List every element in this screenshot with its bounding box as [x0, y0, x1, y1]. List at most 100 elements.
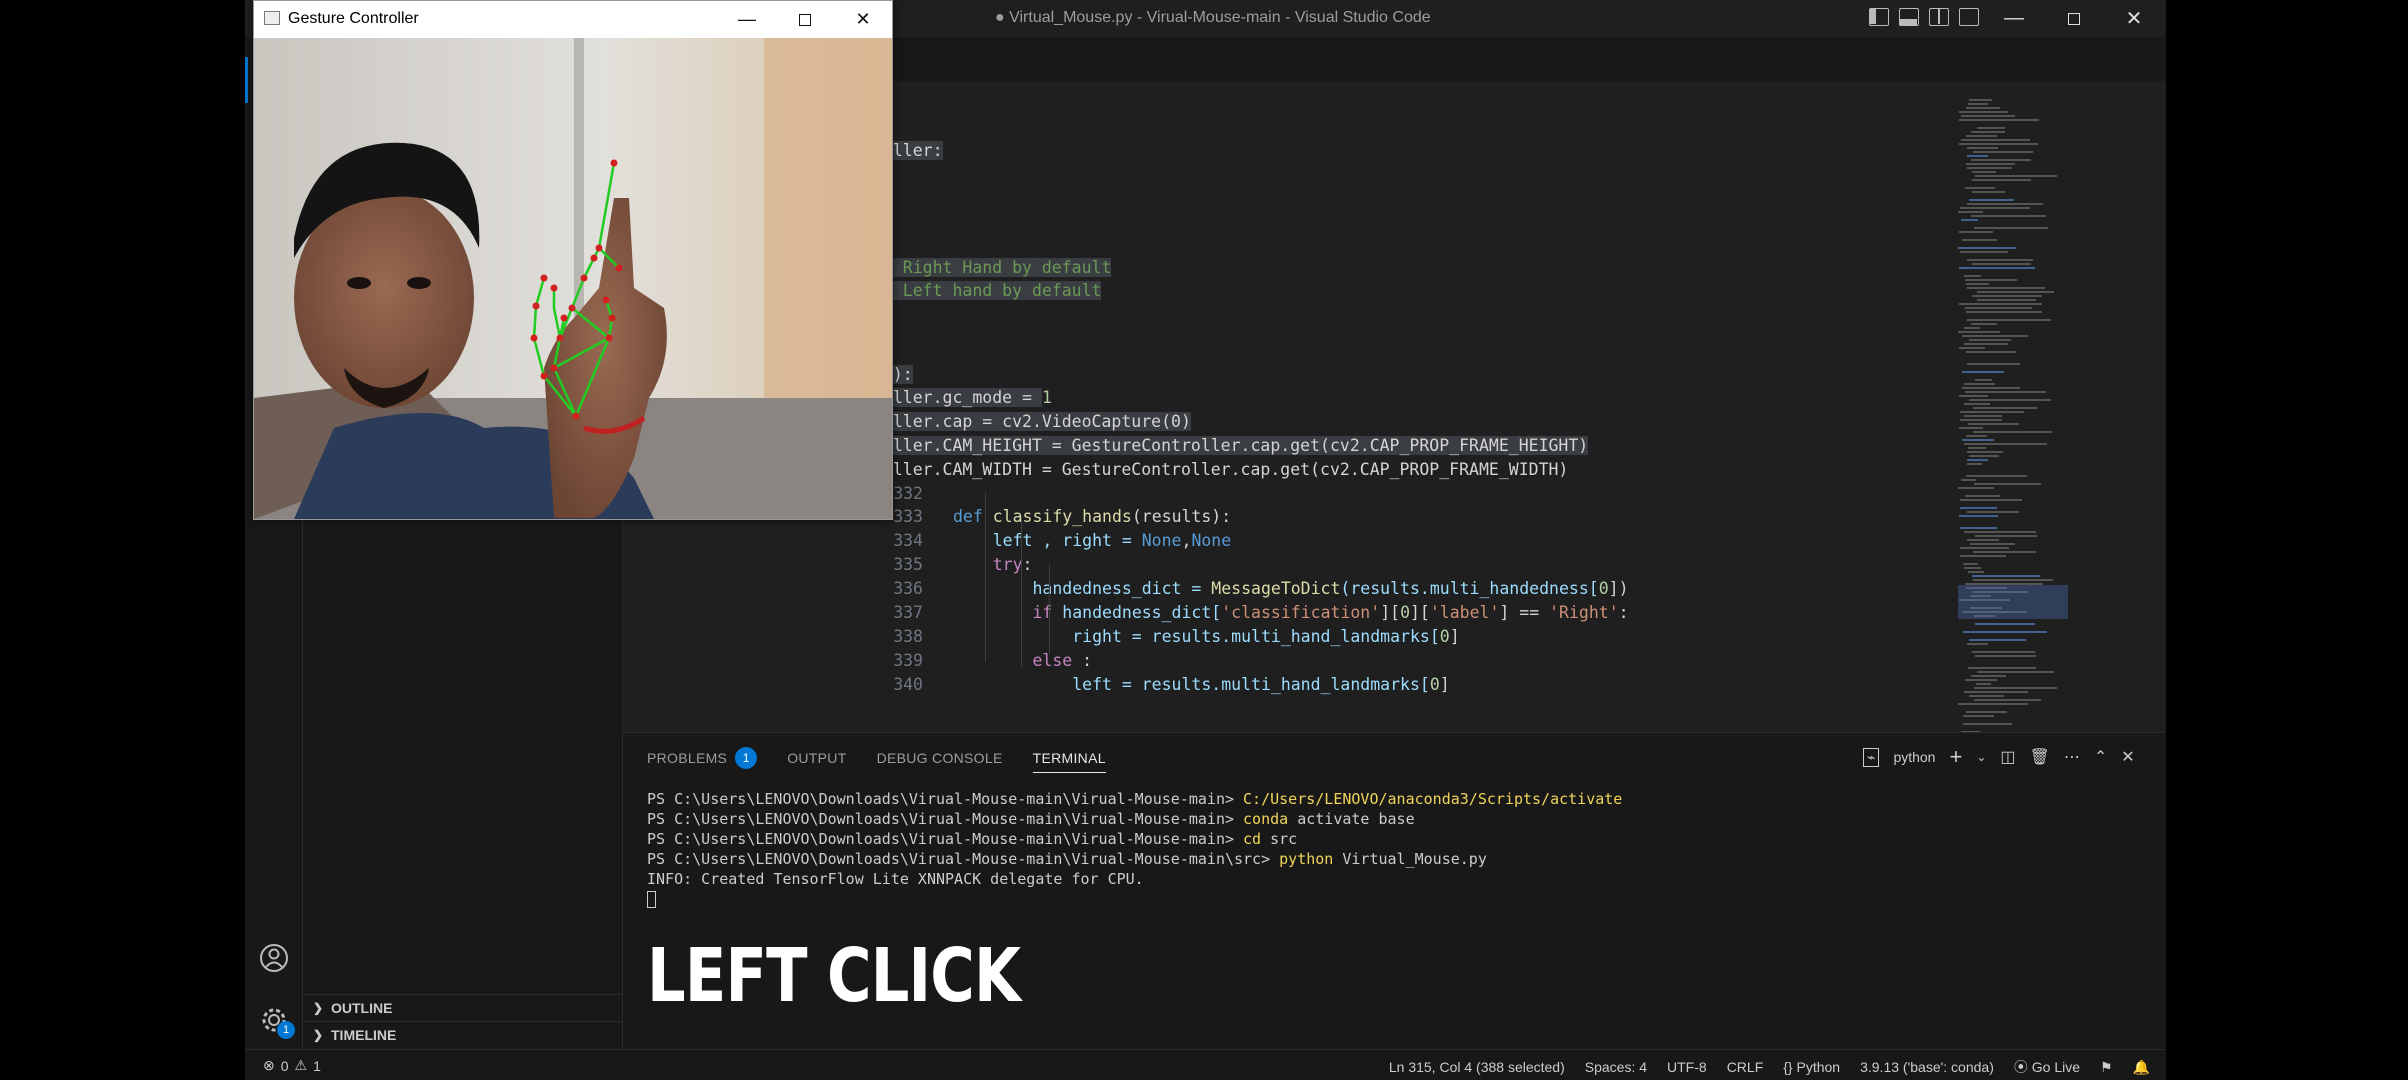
minimap-line	[1958, 247, 2016, 249]
minimap[interactable]	[1958, 99, 2068, 769]
minimap-line	[1964, 275, 1981, 277]
minimap-line	[1965, 495, 2000, 497]
code-line[interactable]: 337 if handedness_dict['classification']…	[623, 601, 1923, 625]
terminal-args: Virtual_Mouse.py	[1333, 850, 1487, 868]
code-token: (results):	[1131, 507, 1232, 526]
minimap-line	[1960, 411, 2024, 413]
minimap-slider[interactable]	[1958, 585, 2068, 619]
end-of-line[interactable]: CRLF	[1727, 1059, 1764, 1075]
terminal-cursor-line	[647, 889, 2147, 909]
customize-layout-icon[interactable]	[1959, 8, 1979, 26]
gesture-window-titlebar[interactable]: Gesture Controller — ✕	[254, 1, 892, 38]
minimap-line	[1977, 291, 2054, 293]
code-line[interactable]: 340 left = results.multi_hand_landmarks[…	[623, 673, 1923, 697]
indent-guide	[1049, 564, 1050, 654]
manage-badge: 1	[277, 1021, 295, 1039]
code-text: left , right = None,None	[953, 529, 1231, 553]
code-token: None	[1141, 531, 1182, 550]
timeline-section[interactable]: ❯ TIMELINE	[303, 1021, 623, 1048]
terminal-command: cd	[1243, 830, 1262, 848]
encoding[interactable]: UTF-8	[1667, 1059, 1707, 1075]
minimize-button[interactable]: —	[1985, 0, 2043, 37]
code-text: right = results.multi_hand_landmarks[0]	[953, 625, 1460, 649]
minimap-line	[1969, 199, 2014, 201]
minimap-line	[1973, 431, 2052, 433]
outline-label: OUTLINE	[331, 1000, 393, 1016]
code-line[interactable]: 334 left , right = None,None	[623, 529, 1923, 553]
code-text: roller.CAM_WIDTH = GestureController.cap…	[873, 458, 1568, 482]
minimap-line	[1963, 563, 1978, 565]
new-terminal-icon[interactable]: +	[1949, 744, 1962, 770]
terminal-dropdown-icon[interactable]: ⌄	[1976, 750, 1986, 764]
cursor-position[interactable]: Ln 315, Col 4 (388 selected)	[1389, 1059, 1565, 1075]
problems-status[interactable]: ⊗ 0 ⚠ 1	[263, 1057, 321, 1074]
go-live-button[interactable]: ⦿ Go Live	[2014, 1057, 2080, 1077]
accounts-icon[interactable]	[257, 941, 291, 975]
indentation[interactable]: Spaces: 4	[1585, 1059, 1647, 1075]
terminal-name[interactable]: python	[1893, 749, 1935, 765]
split-terminal-icon[interactable]: ◫	[2000, 747, 2015, 767]
minimap-line	[1964, 403, 1990, 405]
code-token: ])	[1608, 579, 1629, 598]
minimap-line	[1967, 259, 2033, 261]
more-actions-icon[interactable]: ⋯	[2064, 747, 2080, 767]
gesture-controller-window[interactable]: Gesture Controller — ✕	[253, 0, 893, 520]
gesture-close-button[interactable]: ✕	[834, 1, 892, 38]
code-token: None	[1191, 531, 1232, 550]
close-button[interactable]: ✕	[2105, 0, 2163, 37]
timeline-label: TIMELINE	[331, 1027, 397, 1043]
line-number: 335	[893, 555, 923, 574]
code-line[interactable]: 339 else :	[623, 649, 1923, 673]
line-number: 337	[893, 603, 923, 622]
feedback-icon[interactable]: ⚑	[2100, 1059, 2113, 1076]
toggle-panel-icon[interactable]	[1899, 8, 1919, 26]
code-token: left = results.multi_hand_landmarks[	[953, 675, 1430, 694]
tab-output[interactable]: OUTPUT	[787, 743, 846, 773]
restore-button[interactable]	[2045, 0, 2103, 37]
indent-guide	[985, 492, 986, 662]
minimap-line	[1964, 567, 1981, 569]
code-token: ,	[1181, 531, 1192, 550]
code-token: roller.CAM_HEIGHT = GestureController.ca…	[873, 436, 1589, 455]
code-token: ]	[1449, 627, 1460, 646]
python-interpreter[interactable]: 3.9.13 ('base': conda)	[1860, 1059, 1994, 1075]
toggle-primary-sidebar-icon[interactable]	[1869, 8, 1889, 26]
gesture-minimize-button[interactable]: —	[718, 1, 776, 38]
code-line[interactable]: 338 right = results.multi_hand_landmarks…	[623, 625, 1923, 649]
notifications-bell-icon[interactable]: 🔔	[2133, 1059, 2150, 1076]
minimap-line	[1966, 163, 2015, 165]
terminal-output[interactable]: PS C:\Users\LENOVO\Downloads\Virual-Mous…	[647, 789, 2147, 909]
kill-terminal-icon[interactable]: 🗑	[2030, 747, 2050, 767]
code-line[interactable]: 335 try:	[623, 553, 1923, 577]
minimap-line	[1964, 327, 1980, 329]
code-token: (results.multi_handedness[	[1340, 579, 1599, 598]
minimap-line	[1967, 147, 1998, 149]
close-panel-icon[interactable]: ✕	[2121, 747, 2134, 767]
minimap-line	[1960, 547, 2009, 549]
minimap-line	[1973, 151, 2033, 153]
terminal-cursor	[647, 891, 656, 908]
toggle-secondary-sidebar-icon[interactable]	[1929, 8, 1949, 26]
tab-terminal-label: TERMINAL	[1032, 749, 1106, 766]
gesture-window-title: Gesture Controller	[288, 10, 419, 27]
gesture-maximize-button[interactable]	[776, 1, 834, 38]
tab-terminal[interactable]: TERMINAL	[1032, 747, 1106, 773]
manage-gear-icon[interactable]: 1	[257, 1003, 295, 1039]
outline-section[interactable]: ❯ OUTLINE	[303, 994, 623, 1021]
minimap-line	[1970, 543, 2015, 545]
code-token: try	[953, 555, 1023, 574]
minimap-line	[1971, 159, 2031, 161]
language-mode[interactable]: {} Python	[1783, 1059, 1840, 1075]
minimap-line	[1964, 531, 2036, 533]
minimap-line	[1977, 299, 2036, 301]
terminal-line: PS C:\Users\LENOVO\Downloads\Virual-Mous…	[647, 789, 2147, 809]
code-token: roller.CAM_WIDTH = GestureController.cap…	[873, 460, 1569, 479]
tab-debug-console[interactable]: DEBUG CONSOLE	[877, 743, 1003, 773]
code-token: left , right =	[953, 531, 1142, 550]
minimap-line	[1963, 715, 1994, 717]
maximize-panel-icon[interactable]: ⌃	[2094, 747, 2107, 767]
minimap-line	[1975, 655, 2036, 657]
code-line[interactable]: 336 handedness_dict = MessageToDict(resu…	[623, 577, 1923, 601]
code-token: # Left hand by default	[873, 281, 1102, 300]
tab-problems[interactable]: PROBLEMS 1	[647, 743, 758, 773]
